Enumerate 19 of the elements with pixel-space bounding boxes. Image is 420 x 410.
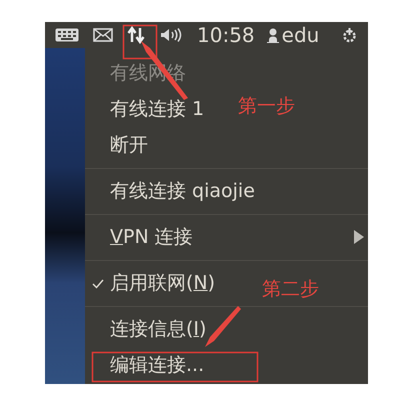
- network-arrows-icon[interactable]: [127, 26, 145, 44]
- menu-item[interactable]: VPN 连接: [110, 224, 193, 250]
- clock-time[interactable]: 10:58: [197, 23, 255, 47]
- highlight-frame: [122, 24, 158, 60]
- annotation-text: 第一步: [238, 94, 295, 119]
- menu-item[interactable]: 启用联网(N): [110, 270, 216, 296]
- annotation-arrow: [205, 306, 241, 347]
- menu-item[interactable]: 连接信息(I): [110, 316, 206, 342]
- power-gear-icon[interactable]: [341, 26, 358, 44]
- user-name[interactable]: edu: [282, 23, 320, 47]
- menu-item[interactable]: 有线连接 1: [110, 96, 204, 122]
- annotation-text: 第二步: [262, 277, 319, 302]
- keyboard-icon[interactable]: [55, 28, 79, 42]
- volume-icon[interactable]: [159, 27, 183, 43]
- menu-item[interactable]: 断开: [110, 132, 148, 158]
- user-icon[interactable]: [266, 28, 279, 42]
- menu-item[interactable]: 编辑连接...: [110, 352, 204, 378]
- mail-icon[interactable]: [93, 28, 113, 42]
- menu-item[interactable]: 有线连接 qiaojie: [110, 178, 255, 204]
